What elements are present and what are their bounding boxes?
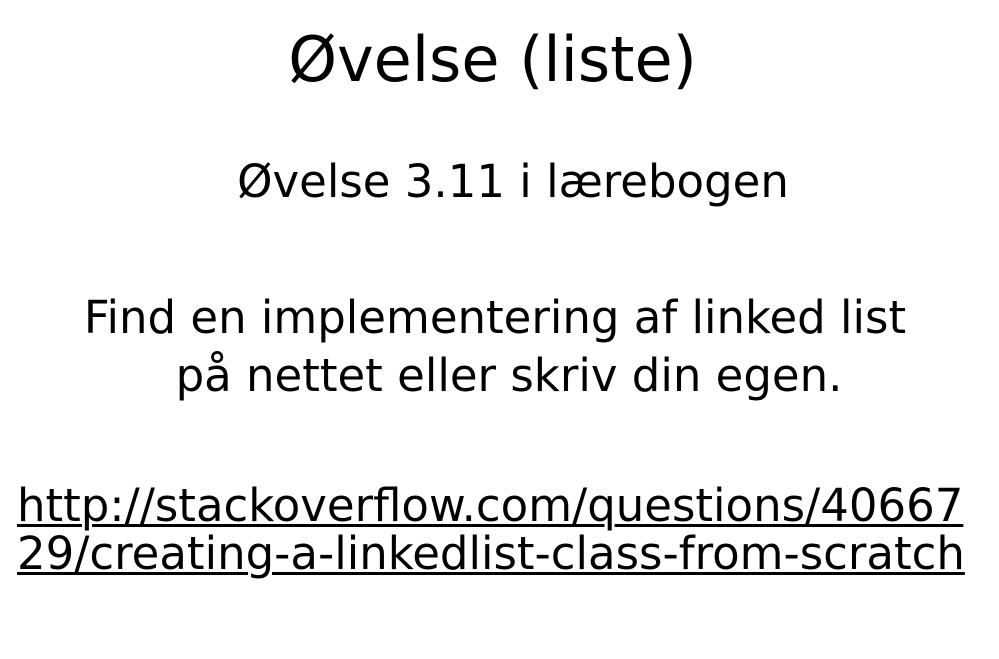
instruction-line-1: Find en implementering af linked list	[83, 291, 907, 344]
slide-subtitle: Øvelse 3.11 i lærebogen	[237, 155, 789, 208]
instruction-text: Find en implementering af linked list på…	[0, 289, 990, 405]
instruction-line-2: på nettet eller skriv din egen.	[175, 349, 843, 402]
stackoverflow-link[interactable]: http://stackoverflow.com/questions/40667…	[17, 482, 977, 578]
slide: Øvelse (liste) Øvelse 3.11 i lærebogen F…	[0, 0, 999, 659]
slide-title: Øvelse (liste)	[288, 23, 697, 96]
